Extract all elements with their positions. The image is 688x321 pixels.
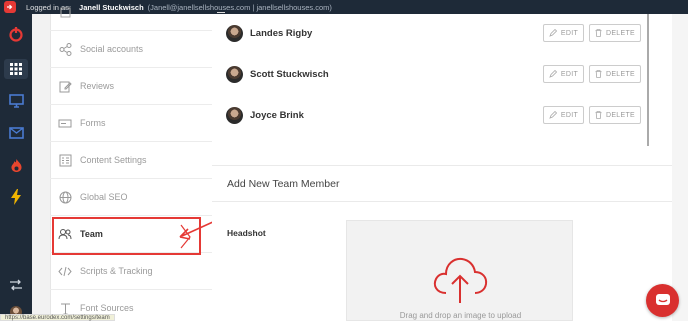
chat-icon bbox=[655, 294, 670, 305]
dropzone-text: Drag and drop an image to upload bbox=[399, 311, 522, 320]
section-divider bbox=[212, 165, 672, 166]
pencil-icon bbox=[549, 29, 557, 37]
headshot-dropzone[interactable]: Drag and drop an image to upload bbox=[346, 220, 573, 321]
member-name: Landes Rigby bbox=[250, 27, 313, 39]
section-divider bbox=[212, 201, 672, 202]
trash-icon bbox=[595, 70, 602, 78]
delete-button[interactable]: DELETE bbox=[589, 65, 641, 83]
list-scrollbar[interactable] bbox=[647, 14, 649, 146]
chat-widget-button[interactable] bbox=[646, 284, 679, 317]
avatar bbox=[226, 65, 243, 83]
trash-icon bbox=[595, 29, 602, 37]
add-member-title: Add New Team Member bbox=[227, 178, 340, 190]
trash-icon bbox=[595, 111, 602, 119]
team-member-row: Scott Stuckwisch bbox=[226, 63, 329, 85]
avatar bbox=[226, 24, 243, 42]
edit-button[interactable]: EDIT bbox=[543, 65, 584, 83]
team-member-row: Landes Rigby bbox=[226, 22, 312, 44]
headshot-label: Headshot bbox=[227, 228, 266, 238]
status-url: https://base.eurodex.com/settings/team bbox=[0, 314, 115, 321]
edit-button[interactable]: EDIT bbox=[543, 106, 584, 124]
cloud-upload-icon bbox=[433, 257, 488, 303]
member-name: Joyce Brink bbox=[250, 109, 304, 121]
delete-button[interactable]: DELETE bbox=[589, 106, 641, 124]
team-content: Landes Rigby EDIT DELETE Scott Stuckwisc… bbox=[212, 14, 672, 321]
delete-button[interactable]: DELETE bbox=[589, 24, 641, 42]
team-member-row: Joyce Brink bbox=[226, 104, 304, 126]
pencil-icon bbox=[549, 111, 557, 119]
edit-button[interactable]: EDIT bbox=[543, 24, 584, 42]
avatar bbox=[226, 106, 243, 124]
member-name: Scott Stuckwisch bbox=[250, 68, 329, 80]
pencil-icon bbox=[549, 70, 557, 78]
